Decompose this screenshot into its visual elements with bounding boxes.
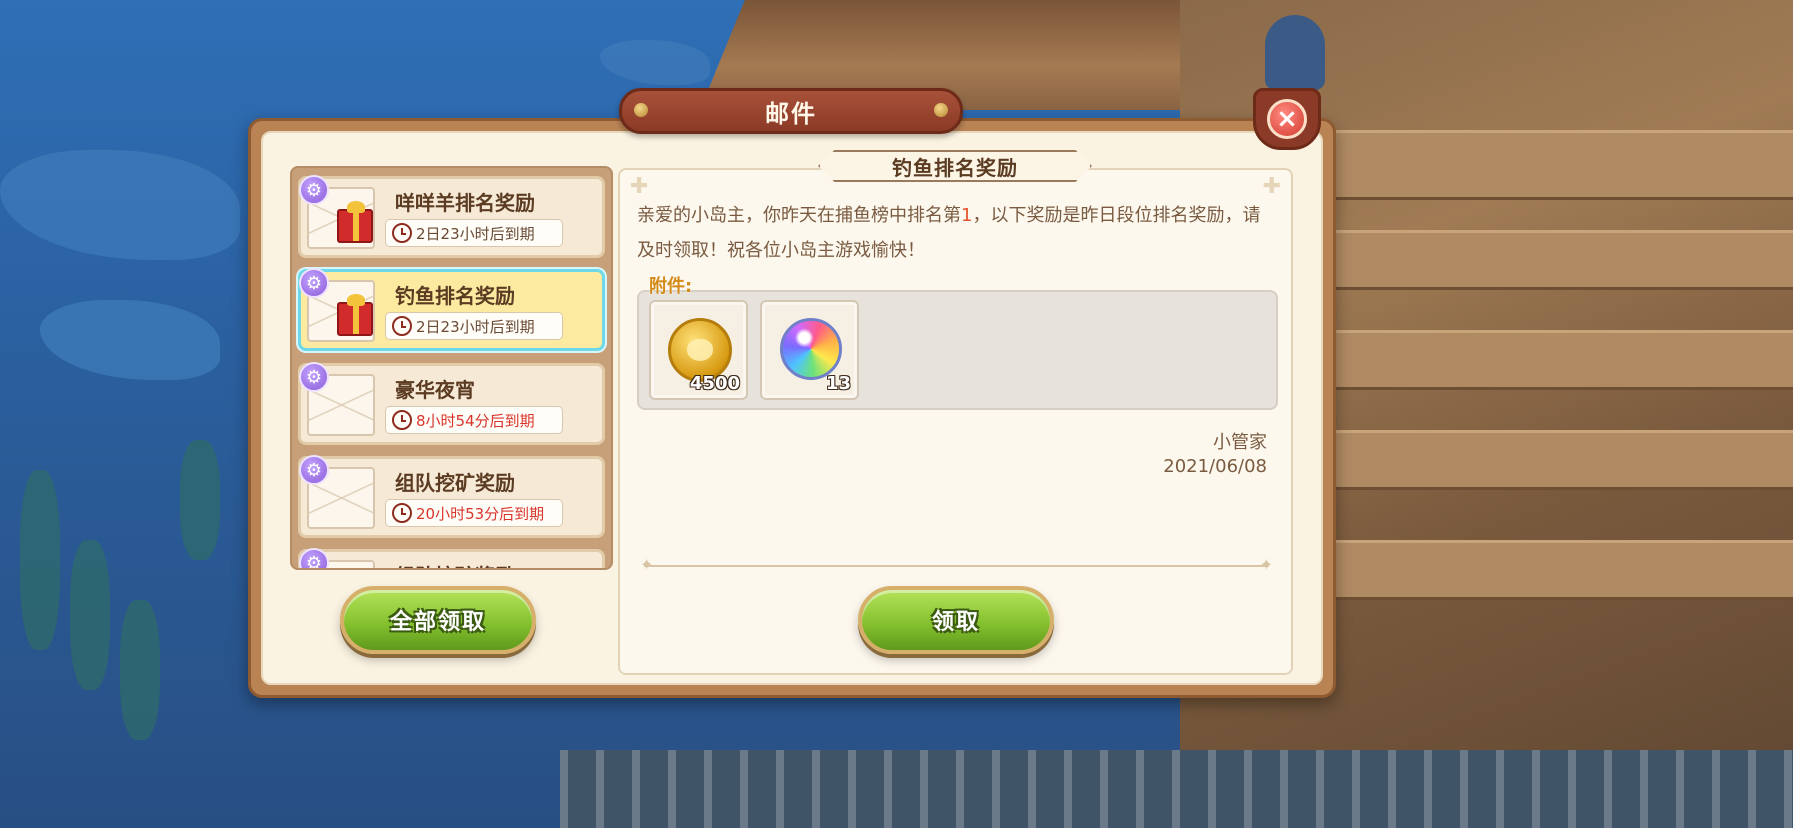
dialog-title-plate: 邮件: [619, 88, 963, 134]
attachment-count: 4500: [689, 373, 740, 394]
clock-icon: [392, 410, 412, 430]
mail-detail-title-plate: 钓鱼排名奖励: [818, 150, 1092, 182]
gift-icon: [337, 294, 373, 336]
mail-item[interactable]: ⚙ 咩咩羊排名奖励 2日23小时后到期: [298, 175, 605, 258]
mail-detail-title: 钓鱼排名奖励: [892, 155, 1018, 180]
mail-item-title: 组队挖矿奖励: [395, 560, 515, 568]
mail-item-title: 组队挖矿奖励: [395, 471, 515, 495]
dialog-title: 邮件: [765, 99, 817, 128]
divider: [640, 555, 1273, 574]
gear-badge-icon: ⚙: [299, 175, 329, 205]
mail-body-text: 亲爱的小岛主，你昨天在捕鱼榜中排名第: [637, 205, 961, 226]
rainbow-orb-icon: [780, 318, 842, 380]
mail-sender: 小管家: [1213, 432, 1267, 453]
mail-body: 亲爱的小岛主，你昨天在捕鱼榜中排名第1，以下奖励是昨日段位排名奖励，请及时领取！…: [637, 198, 1277, 268]
claim-button[interactable]: 领取: [858, 586, 1054, 654]
mail-item-expiry: 2日23小时后到期: [385, 312, 563, 340]
mail-date: 2021/06/08: [1163, 456, 1267, 477]
clock-icon: [392, 316, 412, 336]
npc-character: [1265, 15, 1325, 90]
mail-item[interactable]: ⚙ 组队挖矿奖励 20小时53分后到期: [298, 455, 605, 538]
claim-all-button[interactable]: 全部领取: [340, 586, 536, 654]
clock-icon: [392, 223, 412, 243]
gear-badge-icon: ⚙: [299, 548, 329, 568]
gear-badge-icon: ⚙: [299, 268, 329, 298]
attachment-slot[interactable]: 4500: [649, 300, 748, 400]
attachment-label: 附件:: [649, 276, 693, 297]
mail-item-expiry-text: 2日23小时后到期: [416, 224, 535, 243]
gear-badge-icon: ⚙: [299, 455, 329, 485]
gear-badge-icon: ⚙: [299, 362, 329, 392]
mail-item-title: 咩咩羊排名奖励: [395, 191, 535, 215]
mail-item-expiry-text: 20小时53分后到期: [416, 504, 545, 523]
mail-list[interactable]: ⚙ 咩咩羊排名奖励 2日23小时后到期 ⚙ 钓鱼排名奖励 2日23小时后到期 ⚙…: [290, 166, 613, 570]
mail-item-title: 豪华夜宵: [395, 378, 475, 402]
mail-item[interactable]: ⚙ 豪华夜宵 8小时54分后到期: [298, 362, 605, 445]
mail-item-title: 钓鱼排名奖励: [395, 284, 515, 308]
corner-ornament-icon: ✚: [1262, 174, 1281, 199]
mail-item-expiry: 2日23小时后到期: [385, 219, 563, 247]
mail-body-rank: 1: [961, 205, 973, 226]
mail-item-expiry-text: 2日23小时后到期: [416, 317, 535, 336]
mail-item-expiry: 20小时53分后到期: [385, 499, 563, 527]
mail-item-expiry-text: 8小时54分后到期: [416, 411, 535, 430]
close-button[interactable]: ×: [1253, 88, 1321, 150]
mail-item-selected[interactable]: ⚙ 钓鱼排名奖励 2日23小时后到期: [298, 268, 605, 351]
close-icon: ×: [1267, 99, 1307, 139]
mail-item[interactable]: ⚙ 组队挖矿奖励: [298, 548, 605, 568]
clock-icon: [392, 503, 412, 523]
corner-ornament-icon: ✚: [630, 174, 649, 199]
attachment-slot[interactable]: 13: [760, 300, 859, 400]
mail-item-expiry: 8小时54分后到期: [385, 406, 563, 434]
attachment-count: 13: [825, 373, 851, 394]
gift-icon: [337, 201, 373, 243]
